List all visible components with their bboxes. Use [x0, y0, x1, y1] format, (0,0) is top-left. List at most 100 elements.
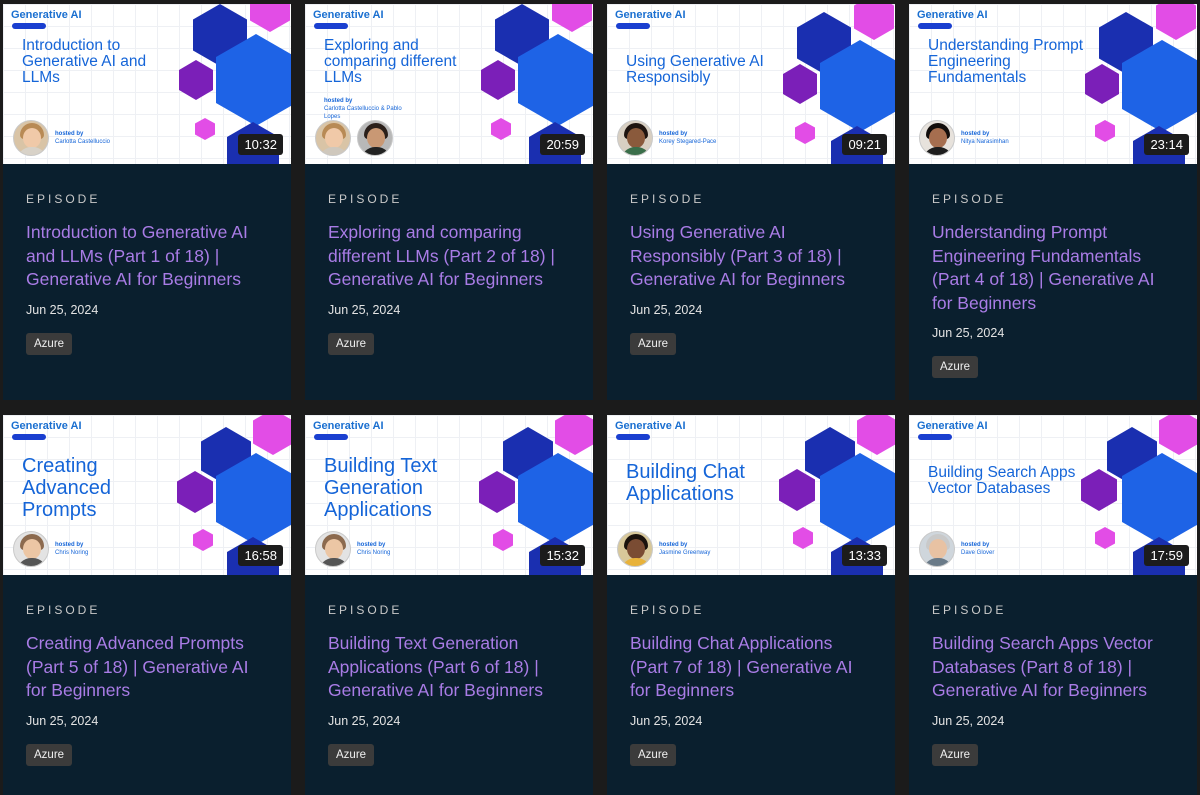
thumbnail-title: Building Search Apps Vector Databases — [928, 464, 1076, 497]
episode-card[interactable]: Generative AI Building Search Apps Vecto… — [909, 415, 1197, 795]
episode-card[interactable]: Generative AI Creating Advanced Prompts … — [3, 415, 291, 795]
duration-badge: 09:21 — [842, 134, 887, 155]
hosted-by: hosted by Dave Glover — [961, 542, 995, 556]
episode-thumbnail[interactable]: Generative AI Building Chat Applications… — [607, 415, 895, 575]
hosted-by: hosted by Korey Stegared-Pace — [659, 131, 717, 145]
host-avatar — [617, 120, 653, 156]
tag-azure[interactable]: Azure — [630, 743, 677, 766]
host-avatar — [919, 120, 955, 156]
host-avatars — [13, 531, 49, 567]
host-avatar — [919, 531, 955, 567]
episode-card[interactable]: Generative AI Using Generative AI Respon… — [607, 4, 895, 400]
episode-card[interactable]: Generative AI Building Text Generation A… — [305, 415, 593, 795]
duration-badge: 23:14 — [1144, 134, 1189, 155]
host-avatars — [617, 120, 653, 156]
episode-label: EPISODE — [630, 603, 705, 617]
brand-label: Generative AI — [11, 9, 82, 21]
episode-card[interactable]: Generative AI Exploring and comparing di… — [305, 4, 593, 400]
brand-pill — [314, 434, 348, 440]
episode-label: EPISODE — [26, 192, 101, 206]
episode-thumbnail[interactable]: Generative AI Exploring and comparing di… — [305, 4, 593, 164]
episode-grid: Generative AI Introduction to Generative… — [0, 0, 1200, 795]
episode-title-link[interactable]: Building Text Generation Applications (P… — [328, 632, 570, 703]
episode-card[interactable]: Generative AI Building Chat Applications… — [607, 415, 895, 795]
episode-title-link[interactable]: Understanding Prompt Engineering Fundame… — [932, 221, 1174, 315]
hosted-by: hosted by Carlotta Castelluccio — [55, 131, 111, 145]
episode-thumbnail[interactable]: Generative AI Creating Advanced Prompts … — [3, 415, 291, 575]
brand-label: Generative AI — [313, 420, 384, 432]
episode-thumbnail[interactable]: Generative AI Understanding Prompt Engin… — [909, 4, 1197, 164]
duration-badge: 13:33 — [842, 545, 887, 566]
episode-date: Jun 25, 2024 — [328, 713, 401, 728]
tag-azure[interactable]: Azure — [932, 356, 979, 378]
episode-label: EPISODE — [328, 603, 403, 617]
episode-label: EPISODE — [932, 603, 1007, 617]
thumbnail-title: Using Generative AI Responsibly — [626, 53, 764, 86]
thumbnail-title: Building Chat Applications — [626, 461, 745, 505]
brand-label: Generative AI — [313, 9, 384, 21]
host-avatars — [315, 531, 351, 567]
episode-label: EPISODE — [630, 192, 705, 206]
brand-label: Generative AI — [615, 420, 686, 432]
episode-card[interactable]: Generative AI Understanding Prompt Engin… — [909, 4, 1197, 400]
tag-azure[interactable]: Azure — [630, 332, 677, 355]
host-avatars — [13, 120, 49, 156]
tag-azure[interactable]: Azure — [328, 743, 375, 766]
episode-date: Jun 25, 2024 — [630, 302, 703, 317]
hosted-by: hosted by Carlotta Castelluccio & Pablo … — [324, 98, 402, 120]
episode-date: Jun 25, 2024 — [328, 302, 401, 317]
hosted-by: hosted by Chris Noring — [55, 542, 89, 556]
duration-badge: 16:58 — [238, 545, 283, 566]
duration-badge: 17:59 — [1144, 545, 1189, 566]
brand-pill — [12, 434, 46, 440]
host-avatars — [919, 120, 955, 156]
episode-title-link[interactable]: Introduction to Generative AI and LLMs (… — [26, 221, 268, 292]
episode-title-link[interactable]: Building Chat Applications (Part 7 of 18… — [630, 632, 872, 703]
episode-title-link[interactable]: Using Generative AI Responsibly (Part 3 … — [630, 221, 872, 292]
tag-azure[interactable]: Azure — [932, 743, 979, 766]
episode-title-link[interactable]: Creating Advanced Prompts (Part 5 of 18)… — [26, 632, 268, 703]
brand-pill — [918, 434, 952, 440]
host-avatars — [315, 120, 393, 156]
episode-label: EPISODE — [26, 603, 101, 617]
duration-badge: 10:32 — [238, 134, 283, 155]
brand-pill — [314, 23, 348, 29]
tag-azure[interactable]: Azure — [26, 743, 73, 766]
brand-pill — [616, 23, 650, 29]
host-avatar — [357, 120, 393, 156]
hosted-by: hosted by Jasmine Greenway — [659, 542, 711, 556]
episode-date: Jun 25, 2024 — [630, 713, 703, 728]
episode-title-link[interactable]: Exploring and comparing different LLMs (… — [328, 221, 570, 292]
episode-date: Jun 25, 2024 — [932, 326, 1005, 340]
brand-pill — [616, 434, 650, 440]
duration-badge: 15:32 — [540, 545, 585, 566]
episode-date: Jun 25, 2024 — [26, 713, 99, 728]
duration-badge: 20:59 — [540, 134, 585, 155]
episode-label: EPISODE — [328, 192, 403, 206]
thumbnail-title: Understanding Prompt Engineering Fundame… — [928, 37, 1084, 86]
thumbnail-title: Creating Advanced Prompts — [22, 455, 111, 521]
episode-title-link[interactable]: Building Search Apps Vector Databases (P… — [932, 632, 1174, 703]
brand-label: Generative AI — [917, 9, 988, 21]
hosted-by: hosted by Chris Noring — [357, 542, 391, 556]
episode-thumbnail[interactable]: Generative AI Introduction to Generative… — [3, 4, 291, 164]
host-avatar — [617, 531, 653, 567]
tag-azure[interactable]: Azure — [26, 332, 73, 355]
host-avatars — [919, 531, 955, 567]
host-avatar — [13, 531, 49, 567]
host-avatar — [315, 531, 351, 567]
brand-label: Generative AI — [615, 9, 686, 21]
host-avatar — [13, 120, 49, 156]
episode-card[interactable]: Generative AI Introduction to Generative… — [3, 4, 291, 400]
episode-thumbnail[interactable]: Generative AI Building Search Apps Vecto… — [909, 415, 1197, 575]
brand-pill — [12, 23, 46, 29]
hosted-by: hosted by Nitya Narasimhan — [961, 131, 1009, 145]
episode-thumbnail[interactable]: Generative AI Building Text Generation A… — [305, 415, 593, 575]
brand-label: Generative AI — [11, 420, 82, 432]
episode-thumbnail[interactable]: Generative AI Using Generative AI Respon… — [607, 4, 895, 164]
tag-azure[interactable]: Azure — [328, 332, 375, 355]
host-avatars — [617, 531, 653, 567]
thumbnail-title: Exploring and comparing different LLMs — [324, 37, 457, 86]
thumbnail-title: Introduction to Generative AI and LLMs — [22, 37, 147, 86]
episode-label: EPISODE — [932, 192, 1007, 206]
